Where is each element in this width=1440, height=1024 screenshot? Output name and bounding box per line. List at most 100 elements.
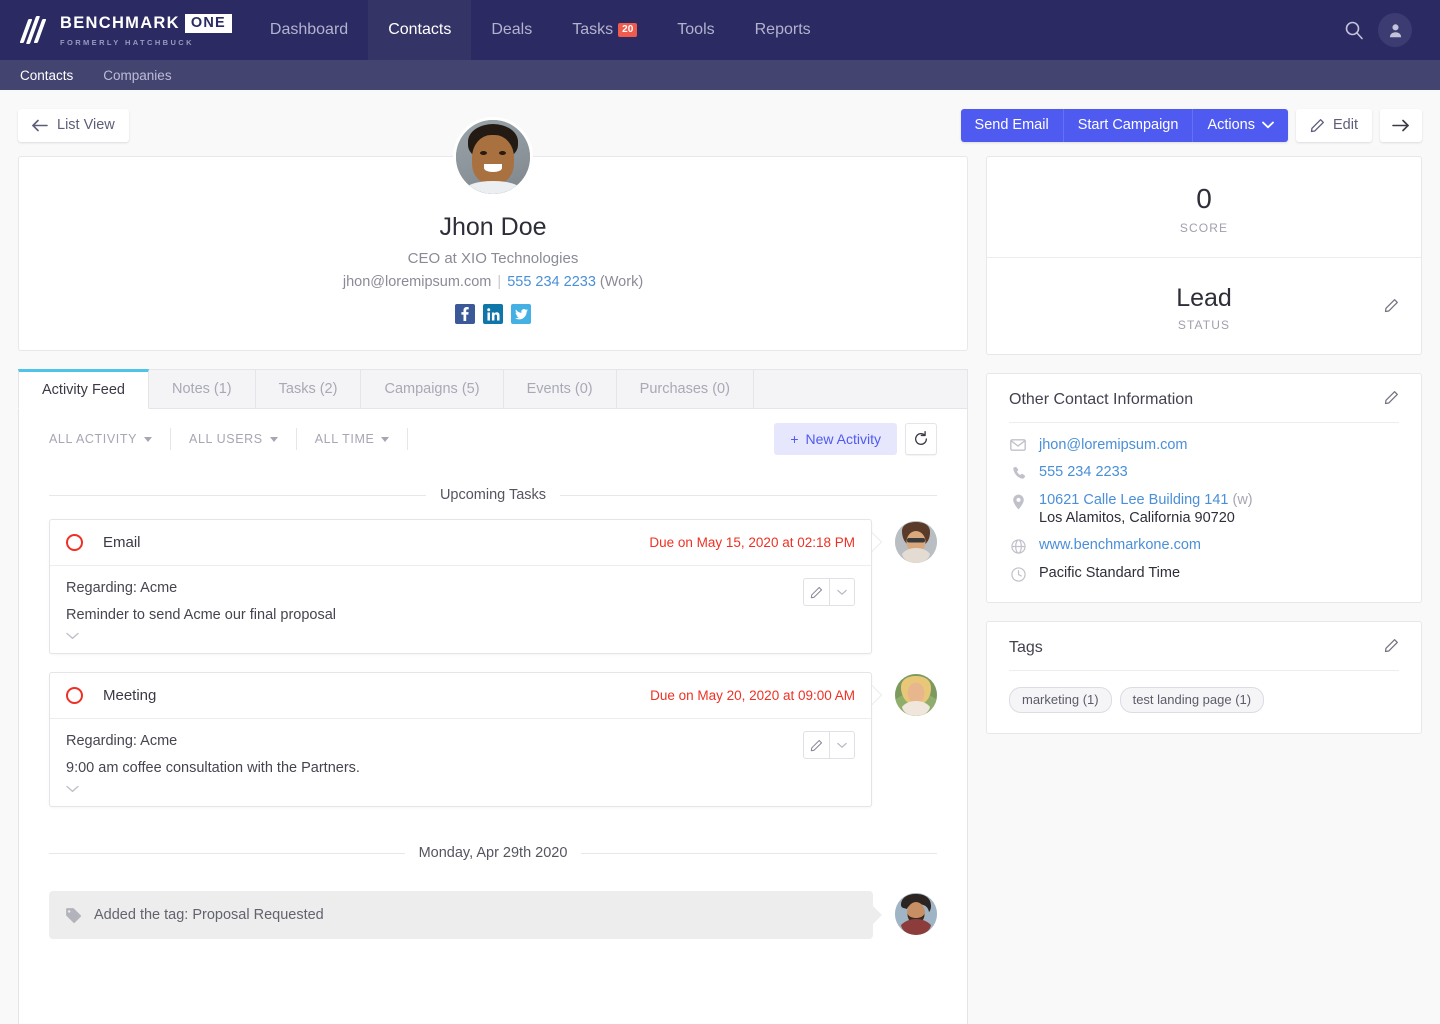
filter-activity-type[interactable]: ALL ACTIVITY [49, 428, 171, 450]
arrow-right-icon [1392, 119, 1410, 132]
task-note: Reminder to send Acme our final proposal [66, 607, 855, 623]
plus-icon: + [790, 431, 798, 447]
task-edit-button[interactable] [804, 732, 829, 758]
tab-filler [754, 369, 968, 409]
contact-phone-link[interactable]: 555 234 2233 [507, 274, 596, 290]
tab-notes[interactable]: Notes (1) [149, 369, 256, 409]
tag-chip[interactable]: test landing page (1) [1120, 687, 1265, 713]
contact-name: Jhon Doe [19, 213, 967, 242]
nav-item-contacts[interactable]: Contacts [368, 0, 471, 60]
list-view-button[interactable]: List View [18, 109, 129, 142]
refresh-feed-button[interactable] [905, 423, 937, 455]
nav-item-reports[interactable]: Reports [735, 0, 831, 60]
task-complete-toggle[interactable] [66, 534, 83, 551]
feed-date-label: Monday, Apr 29th 2020 [419, 845, 568, 861]
actions-dropdown-button[interactable]: Actions [1193, 109, 1288, 142]
task-more-menu-button[interactable] [829, 579, 854, 605]
benchmark-logo-icon [22, 15, 50, 45]
chevron-down-icon [1262, 121, 1274, 129]
pencil-icon [1310, 118, 1325, 133]
task-edit-group [803, 578, 855, 606]
contact-hero-card: Jhon Doe CEO at XIO Technologies jhon@lo… [18, 156, 968, 351]
filter-time-range[interactable]: ALL TIME [297, 428, 409, 450]
edit-tags-button[interactable] [1384, 638, 1399, 658]
filter-label: ALL ACTIVITY [49, 432, 137, 446]
task-more-menu-button[interactable] [829, 732, 854, 758]
account-avatar-button[interactable] [1378, 13, 1412, 47]
tab-campaigns[interactable]: Campaigns (5) [361, 369, 503, 409]
contact-address-type: (w) [1233, 492, 1253, 508]
subnav-item-companies[interactable]: Companies [103, 68, 171, 83]
task-expand-toggle[interactable] [66, 782, 855, 796]
refresh-icon [913, 431, 929, 447]
tab-purchases[interactable]: Purchases (0) [617, 369, 754, 409]
new-activity-label: New Activity [806, 431, 881, 447]
nav-item-tasks[interactable]: Tasks 20 [552, 0, 657, 60]
event-card-tag-added[interactable]: Added the tag: Proposal Requested [49, 891, 873, 939]
new-activity-button[interactable]: + New Activity [774, 423, 897, 455]
page-action-bar: List View Send Email Start Campaign Acti… [18, 90, 1422, 156]
contact-address-line1[interactable]: 10621 Calle Lee Building 141 [1039, 492, 1228, 508]
tab-label: Activity Feed [42, 382, 125, 398]
nav-label: Dashboard [270, 21, 348, 39]
task-owner-avatar [895, 521, 937, 563]
contact-avatar [453, 117, 533, 197]
nav-item-tools[interactable]: Tools [657, 0, 734, 60]
nav-item-deals[interactable]: Deals [471, 0, 552, 60]
send-email-button[interactable]: Send Email [961, 109, 1064, 142]
facebook-icon[interactable] [455, 304, 475, 324]
tag-chip[interactable]: marketing (1) [1009, 687, 1112, 713]
tab-events[interactable]: Events (0) [504, 369, 617, 409]
avatar-male-beard [895, 893, 937, 935]
info-row-email: jhon@loremipsum.com [1009, 437, 1399, 453]
task-row: Meeting Due on May 20, 2020 at 09:00 AM … [49, 672, 937, 807]
task-pointer [872, 685, 882, 705]
task-row: Email Due on May 15, 2020 at 02:18 PM Re… [49, 519, 937, 654]
nav-label: Contacts [388, 21, 451, 39]
logo-badge-text: ONE [185, 14, 232, 34]
filter-users[interactable]: ALL USERS [171, 428, 297, 450]
task-type-label: Meeting [103, 687, 156, 704]
info-row-timezone: Pacific Standard Time [1009, 565, 1399, 582]
next-contact-button[interactable] [1380, 109, 1422, 142]
task-pointer [872, 532, 882, 552]
chevron-down-icon [837, 742, 847, 749]
edit-status-button[interactable] [1384, 298, 1399, 318]
send-email-label: Send Email [975, 117, 1049, 133]
contact-phone-type: (Work) [600, 274, 643, 290]
info-row-phone: 555 234 2233 [1009, 464, 1399, 481]
subnav-item-contacts[interactable]: Contacts [20, 68, 73, 83]
info-row-website: www.benchmarkone.com [1009, 537, 1399, 554]
contact-phone-value[interactable]: 555 234 2233 [1039, 464, 1128, 480]
pencil-icon [810, 586, 823, 599]
twitter-icon[interactable] [511, 304, 531, 324]
contact-website-value[interactable]: www.benchmarkone.com [1039, 537, 1201, 553]
task-type-label: Email [103, 534, 141, 551]
event-owner-avatar [895, 893, 937, 935]
primary-nav-items: Dashboard Contacts Deals Tasks 20 Tools … [250, 0, 831, 60]
pencil-icon [1384, 298, 1399, 313]
event-pointer [873, 906, 882, 924]
primary-action-group: Send Email Start Campaign Actions [961, 109, 1288, 142]
task-complete-toggle[interactable] [66, 687, 83, 704]
task-expand-toggle[interactable] [66, 629, 855, 643]
score-value: 0 [987, 183, 1421, 215]
start-campaign-label: Start Campaign [1078, 117, 1179, 133]
edit-contact-info-button[interactable] [1384, 390, 1399, 410]
contact-job-title: CEO at XIO Technologies [19, 250, 967, 267]
tab-activity-feed[interactable]: Activity Feed [18, 369, 149, 409]
tab-tasks[interactable]: Tasks (2) [256, 369, 362, 409]
app-logo[interactable]: BENCHMARK ONE FORMERLY HATCHBUCK [0, 0, 250, 60]
task-edit-button[interactable] [804, 579, 829, 605]
start-campaign-button[interactable]: Start Campaign [1064, 109, 1194, 142]
edit-contact-button[interactable]: Edit [1296, 109, 1372, 142]
envelope-icon [1009, 437, 1027, 451]
search-icon[interactable] [1344, 20, 1364, 40]
linkedin-icon[interactable] [483, 304, 503, 324]
nav-item-dashboard[interactable]: Dashboard [250, 0, 368, 60]
contact-separator: | [497, 274, 501, 290]
contact-email-value[interactable]: jhon@loremipsum.com [1039, 437, 1188, 453]
pencil-icon [1384, 390, 1399, 405]
contact-address-line2: Los Alamitos, California 90720 [1039, 510, 1253, 526]
phone-icon [1009, 464, 1027, 481]
